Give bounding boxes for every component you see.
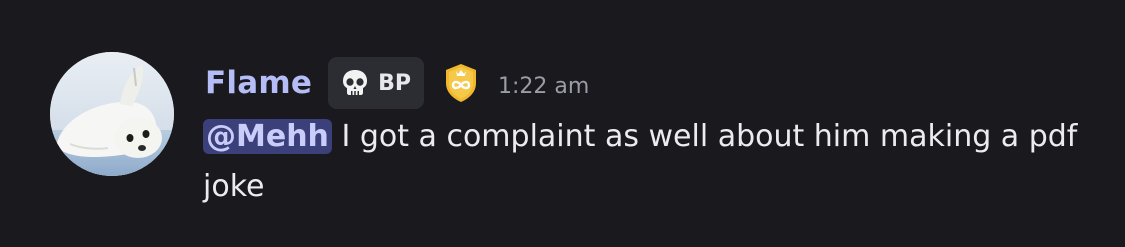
user-mention[interactable]: @Mehh [203, 119, 332, 154]
avatar[interactable] [50, 52, 174, 176]
infinity-crest-badge-icon[interactable] [444, 63, 478, 103]
skull-icon [340, 68, 370, 98]
server-tag[interactable]: BP [328, 57, 424, 109]
message-header: Flame BP 1:22 am [205, 56, 589, 110]
message-content: @Mehh I got a complaint as well about hi… [203, 112, 1083, 212]
seal-pup-avatar-image [50, 52, 174, 176]
chat-message: Flame BP 1:22 am @Mehh I got a complaint… [0, 0, 1125, 247]
server-tag-label: BP [378, 70, 411, 96]
message-text: I got a complaint as well about him maki… [203, 119, 1078, 204]
username[interactable]: Flame [205, 65, 312, 101]
timestamp: 1:22 am [497, 73, 590, 99]
